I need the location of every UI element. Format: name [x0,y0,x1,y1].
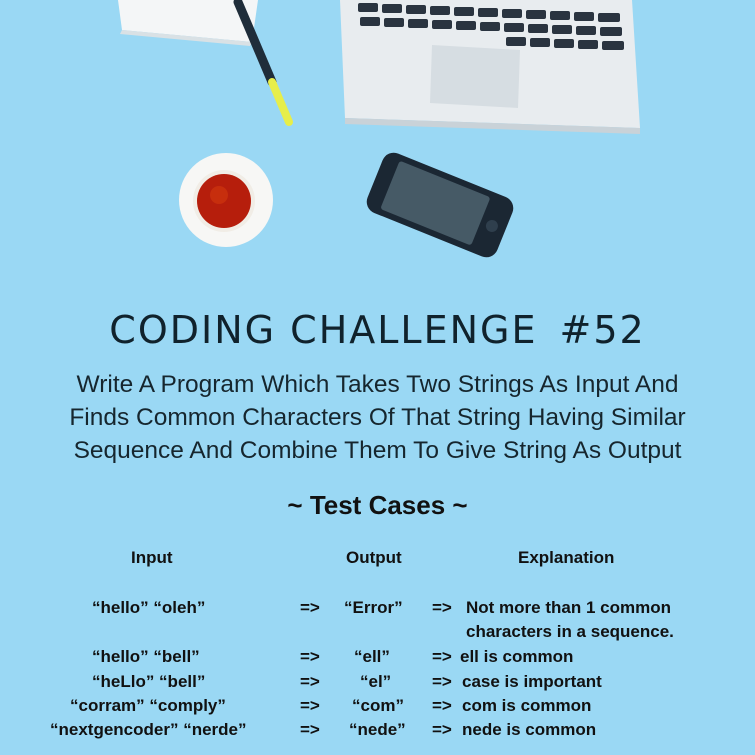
test-explanation: ell is common [460,647,574,666]
test-input: “nextgencoder” “nerde” [50,720,247,739]
arrow: => [432,672,452,691]
test-output: “ell” [354,647,390,666]
challenge-title: CODING CHALLENGE #52 [0,308,755,352]
arrow: => [432,598,452,617]
description-line: Finds Common Characters Of That String H… [69,404,686,431]
test-input: “heLlo” “bell” [92,672,206,691]
test-output: “el” [360,672,392,691]
smartphone-icon [366,152,514,258]
test-explanation: case is important [462,672,602,691]
test-output: “Error” [344,598,403,617]
challenge-title-text: CODING CHALLENGE [109,308,538,352]
laptop-icon [340,0,640,134]
arrow: => [432,696,452,715]
tea-cup-icon [179,153,273,247]
test-explanation: com is common [462,696,592,715]
column-header-output: Output [346,548,402,567]
description-line: Sequence And Combine Them To Give String… [73,437,682,464]
test-explanation: Not more than 1 common [466,598,671,617]
arrow: => [432,720,452,739]
challenge-description: Write A Program Which Takes Two Strings … [0,368,755,467]
arrow: => [300,696,320,715]
column-header-input: Input [131,548,173,567]
arrow: => [300,720,320,739]
description-line: Write A Program Which Takes Two Strings … [76,371,679,398]
test-input: “hello” “oleh” [92,598,206,617]
desk-illustration [118,0,640,258]
column-header-explanation: Explanation [518,548,615,567]
test-cases-title: ~ Test Cases ~ [287,490,468,520]
test-input: “corram” “comply” [70,696,226,715]
test-output: “nede” [349,720,406,739]
challenge-number: #52 [559,308,646,352]
test-input: “hello” “bell” [92,647,200,666]
arrow: => [300,647,320,666]
test-output: “com” [352,696,404,715]
arrow: => [300,672,320,691]
pen-icon [233,0,293,126]
arrow: => [300,598,320,617]
arrow: => [432,647,452,666]
test-explanation-continued: characters in a sequence. [466,622,674,641]
test-explanation: nede is common [462,720,597,739]
